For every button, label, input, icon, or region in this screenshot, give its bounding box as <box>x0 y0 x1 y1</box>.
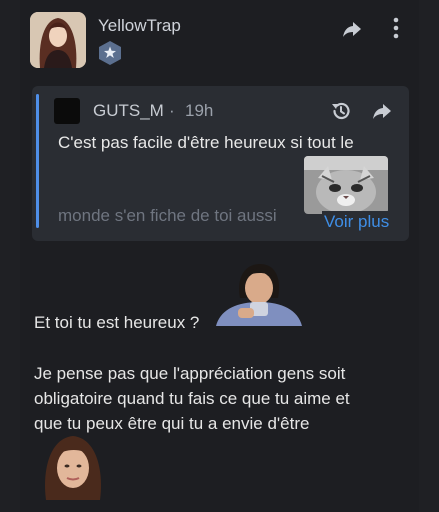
post-text-line-4: que tu peux être qui tu a envie d'être <box>34 414 310 433</box>
cat-image <box>304 156 388 214</box>
quoted-text-line-1: C'est pas facile d'être heureux si tout … <box>58 133 354 152</box>
quoted-author-avatar[interactable] <box>54 98 80 124</box>
star-hexagon-icon <box>98 40 122 66</box>
author-name[interactable]: YellowTrap <box>98 16 181 36</box>
separator-dot: · <box>169 101 175 120</box>
author-avatar[interactable] <box>30 12 86 68</box>
quoted-text-line-2: monde s'en fiche de toi aussi <box>58 206 277 225</box>
more-vertical-icon[interactable] <box>386 16 406 40</box>
quote-share-arrow-icon[interactable] <box>371 100 393 122</box>
quoted-timestamp: 19h <box>185 101 214 120</box>
quoted-post[interactable]: GUTS_M · 19h C'est pas facile d'être heu… <box>32 86 409 241</box>
post-text-line-3: obligatoire quand tu fais ce que tu aime… <box>34 389 350 408</box>
reaction-image-face <box>40 434 106 500</box>
share-arrow-icon[interactable] <box>341 18 363 40</box>
quote-bar <box>36 94 39 228</box>
see-more-link[interactable]: Voir plus <box>322 211 392 233</box>
post-text-line-1: Et toi tu est heureux ? <box>34 313 200 332</box>
history-icon[interactable] <box>330 100 352 122</box>
quoted-author-name[interactable]: GUTS_M <box>93 101 164 121</box>
post-text-line-2: Je pense pas que l'appréciation gens soi… <box>34 364 346 383</box>
reaction-image-drinking <box>216 262 302 326</box>
